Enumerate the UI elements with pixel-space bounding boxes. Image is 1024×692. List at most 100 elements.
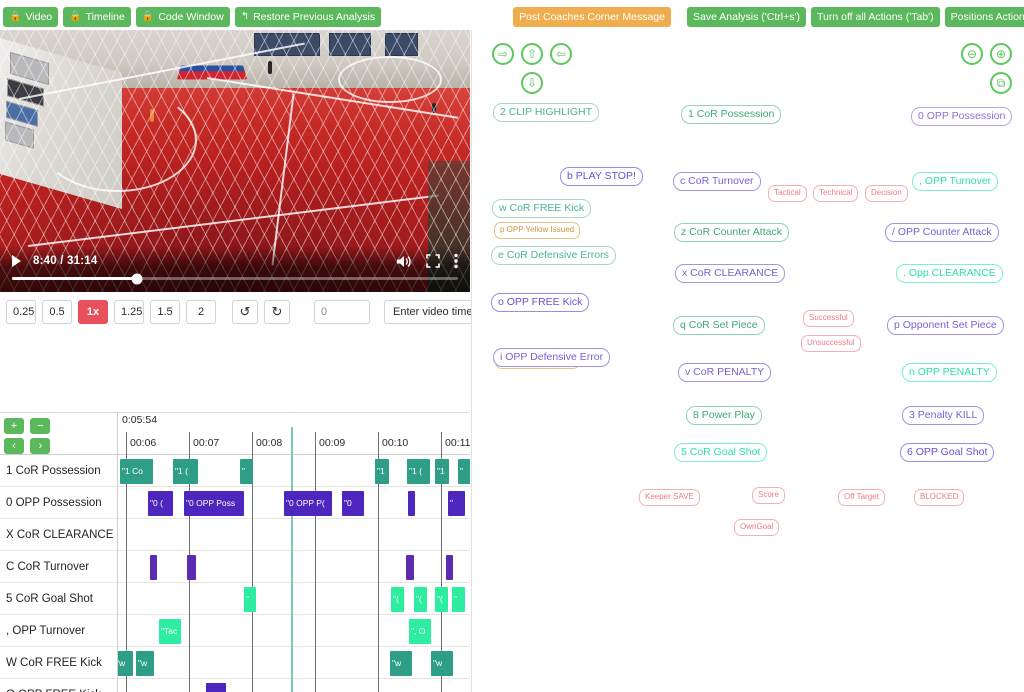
timeline-playhead[interactable] — [291, 647, 293, 679]
canvas-tag[interactable]: v CoR PENALTY — [678, 363, 772, 382]
timeline-event[interactable]: "0 OPP Poss — [184, 491, 244, 516]
timeline-event[interactable]: " — [244, 587, 256, 612]
timeline-event[interactable]: "w — [431, 651, 453, 676]
speed-button-2[interactable]: 2 — [186, 300, 216, 324]
canvas-tag[interactable]: n OPP PENALTY — [902, 363, 997, 382]
speed-button-0.25[interactable]: 0.25 — [6, 300, 36, 324]
zoom-out-icon[interactable]: ⊖ — [961, 43, 983, 65]
canvas-tag[interactable]: e CoR Defensive Errors — [491, 246, 616, 265]
canvas-tag[interactable]: w CoR FREE Kick — [492, 199, 592, 218]
timeline-event[interactable]: "w — [136, 651, 154, 676]
pan-up-icon[interactable]: ⇧ — [521, 43, 543, 65]
video-player[interactable]: 8:40 / 31:14 — [0, 30, 470, 292]
canvas-tag[interactable]: o OPP FREE Kick — [491, 293, 590, 312]
canvas-tag[interactable]: b PLAY STOP! — [560, 167, 643, 186]
timeline-playhead[interactable] — [291, 679, 293, 692]
timeline-track[interactable]: " "("("(" — [118, 583, 470, 615]
canvas-tag[interactable]: c CoR Turnover — [673, 172, 761, 191]
seek-bar[interactable] — [12, 273, 458, 284]
save-analysis-button[interactable]: Save Analysis ('Ctrl+s') — [686, 7, 806, 27]
timeline-event[interactable]: ", O — [409, 619, 431, 644]
timeline-event[interactable]: " — [458, 459, 470, 484]
timeline-track[interactable]: "Tac ", O — [118, 615, 470, 647]
timeline-track[interactable]: "0 ( "0 OPP Poss "0 OPP P( "0 " — [118, 487, 470, 519]
timeline-event[interactable] — [187, 555, 196, 580]
canvas-tag[interactable]: OwnGoal — [734, 519, 780, 536]
timeline-event[interactable]: "1 — [375, 459, 389, 484]
timeline-event[interactable]: "w — [390, 651, 412, 676]
position-actions-tags-button[interactable]: Positions Actions/Tags in canvas — [944, 7, 1024, 27]
timeline-track[interactable]: "w"w"w"w — [118, 647, 470, 679]
timeline-event[interactable]: "Tac — [159, 619, 181, 644]
speed-button-1x[interactable]: 1x — [78, 300, 108, 324]
canvas-tag[interactable]: 5 CoR Goal Shot — [674, 443, 768, 462]
canvas-tag[interactable]: z CoR Counter Attack — [674, 223, 789, 242]
timeline-event[interactable]: "0 OPP P( — [284, 491, 332, 516]
more-options-icon[interactable] — [454, 253, 458, 269]
timeline-event[interactable] — [408, 491, 415, 516]
speed-button-0.5[interactable]: 0.5 — [42, 300, 72, 324]
pan-down-icon[interactable]: ⇩ — [521, 72, 543, 94]
timeline-event[interactable]: " — [240, 459, 253, 484]
canvas-tag[interactable]: Keeper SAVE — [639, 489, 700, 506]
timeline-event[interactable]: "0 ( — [148, 491, 173, 516]
timeline-event[interactable]: " — [448, 491, 465, 516]
canvas-tag[interactable]: p Opponent Set Piece — [887, 316, 1004, 335]
timeline-button[interactable]: 🔒 Timeline — [63, 7, 131, 27]
canvas-tag[interactable]: Successful — [803, 310, 854, 327]
play-icon[interactable] — [12, 255, 21, 267]
timeline-playhead[interactable] — [291, 583, 293, 615]
canvas-tag[interactable]: Technical — [813, 185, 859, 202]
canvas-tag[interactable]: i OPP Defensive Error — [493, 348, 611, 367]
timeline-scroll-left-button[interactable]: ‹ — [4, 438, 24, 454]
canvas-tag[interactable]: q CoR Set Piece — [673, 316, 765, 335]
video-time-input[interactable] — [314, 300, 370, 324]
canvas-tag[interactable]: 0 OPP Possession — [911, 107, 1013, 126]
speed-button-1.5[interactable]: 1.5 — [150, 300, 180, 324]
tag-canvas[interactable]: ⇨ ⇧ ⇦ ⇩ ⊖ ⊕ ⧉ 2 CLIP HIGHLIGHT 1 CoR Possession 0… — [471, 30, 1024, 692]
timeline-playhead[interactable] — [291, 615, 293, 647]
canvas-tag[interactable]: Score — [752, 487, 785, 504]
canvas-tag[interactable]: , OPP Turnover — [912, 172, 999, 191]
seek-handle[interactable] — [131, 273, 143, 284]
fullscreen-icon[interactable] — [426, 254, 440, 268]
timeline-event[interactable]: " — [452, 587, 465, 612]
timeline-track[interactable] — [118, 551, 470, 583]
restore-previous-analysis-button[interactable]: ↰ Restore Previous Analysis — [234, 7, 382, 27]
turn-off-all-actions-button[interactable]: Turn off all Actions ('Tab') — [810, 7, 940, 27]
timeline-event[interactable] — [150, 555, 157, 580]
canvas-tag[interactable]: 6 OPP Goal Shot — [900, 443, 995, 462]
zoom-in-icon[interactable]: ⊕ — [990, 43, 1012, 65]
rotate-right-icon[interactable]: ↻ — [264, 300, 290, 324]
canvas-tag[interactable]: Decision — [865, 185, 908, 202]
canvas-tag[interactable]: 3 Penalty KILL — [902, 406, 985, 425]
canvas-tag[interactable]: x CoR CLEARANCE — [675, 264, 786, 283]
timeline-event[interactable]: "0 — [342, 491, 364, 516]
canvas-tag[interactable]: Tactical — [768, 185, 807, 202]
canvas-tag[interactable]: 2 CLIP HIGHLIGHT — [493, 103, 599, 122]
timeline-track[interactable]: "o ( — [118, 679, 470, 692]
timeline-zoom-out-button[interactable]: − — [30, 418, 51, 434]
rotate-left-icon[interactable]: ↺ — [232, 300, 258, 324]
timeline-event[interactable]: "( — [391, 587, 404, 612]
timeline-zoom-in-button[interactable]: + — [4, 418, 24, 434]
timeline-event[interactable]: "o ( — [206, 683, 226, 692]
timeline-event[interactable]: "1 ( — [407, 459, 430, 484]
canvas-tag[interactable]: BLOCKED — [914, 489, 965, 506]
timeline-event[interactable] — [406, 555, 414, 580]
timeline-event[interactable]: "( — [414, 587, 427, 612]
timeline-scroll-right-button[interactable]: › — [30, 438, 51, 454]
canvas-tag[interactable]: . Opp CLEARANCE — [896, 264, 1003, 283]
timeline-ruler[interactable]: 0:05:54 00:06 00:07 00:08 00:09 00:10 00:11 — [118, 413, 470, 455]
pan-left-icon[interactable]: ⇦ — [550, 43, 572, 65]
timeline-event[interactable]: "w — [118, 651, 133, 676]
canvas-tag[interactable]: 1 CoR Possession — [681, 105, 782, 124]
video-button[interactable]: 🔒 Video — [3, 7, 59, 27]
timeline-event[interactable] — [446, 555, 453, 580]
canvas-tag[interactable]: / OPP Counter Attack — [885, 223, 999, 242]
timeline-event[interactable]: "( — [435, 587, 448, 612]
timeline-track[interactable] — [118, 519, 470, 551]
timeline-playhead[interactable] — [291, 427, 293, 455]
canvas-tag[interactable]: Off Target — [838, 489, 885, 506]
fit-to-screen-icon[interactable]: ⧉ — [990, 72, 1012, 94]
